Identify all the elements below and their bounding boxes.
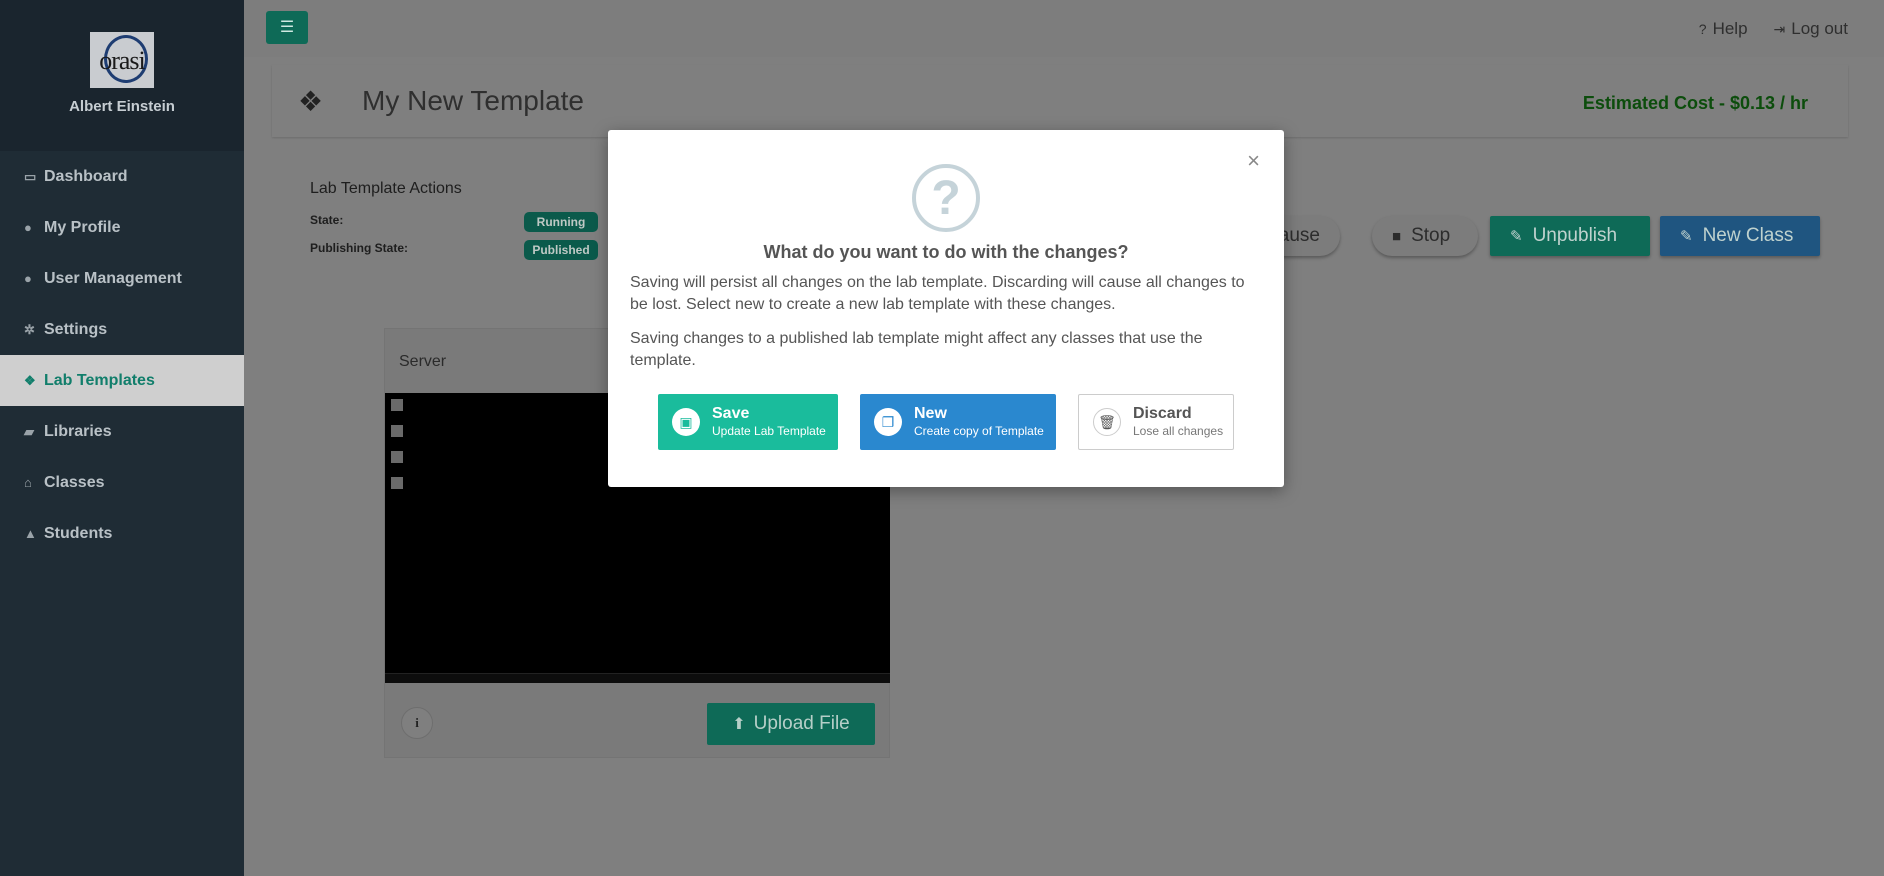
help-link[interactable]: ? Help [1699,19,1748,39]
desktop-icon [391,425,403,437]
sidebar-item-label: My Profile [44,218,121,236]
question-icon: ? [1698,21,1707,37]
sidebar-item-label: User Management [44,269,182,287]
sidebar-nav: ▭ Dashboard ● My Profile ● User Management … [0,151,244,559]
desktop-icon [391,451,403,463]
menu-toggle-button[interactable]: ☰ [266,11,308,44]
new-title: New [914,405,947,422]
sidebar-item-label: Classes [44,473,105,491]
page-header: ❖ My New Template Estimated Cost - $0.13… [272,65,1848,137]
dialog-heading: What do you want to do with the changes? [763,242,1129,262]
sidebar-item-label: Lab Templates [44,371,155,389]
estimated-cost: Estimated Cost - $0.13 / hr [1582,93,1808,113]
cubes-icon: ❖ [24,372,36,388]
sidebar-item-students[interactable]: ▲ Students [0,508,244,559]
top-bar: ☰ ? Help ⇥ Log out [244,0,1884,57]
sidebar: orasi Albert Einstein ▭ Dashboard ● My Pro… [0,0,244,876]
sidebar-item-label: Libraries [44,422,112,440]
help-label: Help [1712,19,1748,38]
gear-icon: ✲ [24,321,35,337]
edit-icon: ✎ [1510,228,1523,245]
upload-icon: ⬆ [732,716,746,733]
sidebar-item-settings[interactable]: ✲ Settings [0,304,244,355]
sidebar-item-label: Students [44,524,113,542]
book-icon: ▰ [24,423,34,439]
save-title: Save [712,405,750,422]
new-class-label: New Class [1702,225,1794,246]
sidebar-item-label: Dashboard [44,167,128,185]
dialog-warning-text: Saving changes to a published lab templa… [630,330,1203,369]
sidebar-item-my-profile[interactable]: ● My Profile [0,202,244,253]
sign-out-icon: ⇥ [1773,21,1786,37]
info-button[interactable]: i [401,707,433,739]
sidebar-item-classes[interactable]: ⌂ Classes [0,457,244,508]
upload-label: Upload File [753,713,850,734]
save-changes-dialog: × ? What do you want to do with the chan… [608,130,1284,487]
edit-icon: ✎ [1680,228,1693,245]
page-title: My New Template [362,85,585,116]
unpublish-button[interactable]: ✎ Unpublish [1490,216,1650,256]
desktop-icon [391,399,403,411]
sidebar-item-label: Settings [44,320,108,338]
new-subtitle: Create copy of Template [914,424,1044,438]
graduation-cap-icon: ▲ [24,526,37,541]
upload-file-button[interactable]: ⬆ Upload File [707,703,875,745]
users-icon: ● [24,271,32,286]
cubes-icon: ❖ [298,86,324,117]
sidebar-item-lab-templates[interactable]: ❖ Lab Templates [0,355,244,406]
question-icon: ? [912,164,980,232]
discard-title: Discard [1133,405,1192,422]
sidebar-item-user-management[interactable]: ● User Management [0,253,244,304]
top-links: ? Help ⇥ Log out [1699,19,1848,39]
trash-icon: 🗑 [1093,408,1121,436]
save-subtitle: Update Lab Template [712,424,826,438]
dialog-text: Saving will persist all changes on the l… [630,274,1245,313]
floppy-icon: ▣ [672,408,700,436]
actions-title: Lab Template Actions [310,180,462,197]
close-icon[interactable]: × [1247,150,1260,172]
save-button[interactable]: ▣ Save Update Lab Template [658,394,838,450]
unpublish-label: Unpublish [1532,225,1618,246]
company-logo: orasi [90,32,154,88]
stop-button[interactable]: ■ Stop [1372,216,1478,256]
desktop-icon [391,477,403,489]
publishing-badge: Published [524,240,598,260]
state-badge: Running [524,212,598,232]
copy-icon: ❐ [874,408,902,436]
new-button[interactable]: ❐ New Create copy of Template [860,394,1056,450]
bank-icon: ⌂ [24,475,32,490]
taskbar [385,673,890,683]
sidebar-item-libraries[interactable]: ▰ Libraries [0,406,244,457]
profile-panel: orasi Albert Einstein [0,0,244,151]
user-icon: ● [24,220,32,235]
new-class-button[interactable]: ✎ New Class [1660,216,1820,256]
monitor-icon: ▭ [24,168,37,184]
discard-button[interactable]: 🗑 Discard Lose all changes [1078,394,1234,450]
logout-link[interactable]: ⇥ Log out [1774,19,1848,39]
stop-label: Stop [1411,225,1451,246]
logout-label: Log out [1791,19,1848,38]
user-name: Albert Einstein [69,98,175,115]
sidebar-item-dashboard[interactable]: ▭ Dashboard [0,151,244,202]
discard-subtitle: Lose all changes [1133,424,1224,438]
hamburger-icon: ☰ [279,19,295,36]
state-label: State: [310,213,344,227]
stop-icon: ■ [1392,227,1402,245]
publishing-state-label: Publishing State: [310,241,409,255]
